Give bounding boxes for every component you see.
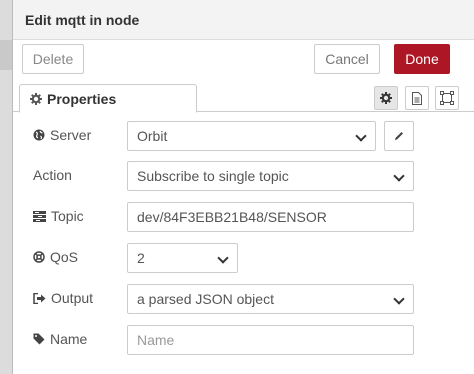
properties-form: Server Orbit Action Subscribe to single … — [13, 112, 474, 374]
edit-tray: Edit mqtt in node Delete Cancel Done Pro… — [12, 0, 474, 374]
output-select[interactable]: a parsed JSON object — [127, 284, 414, 314]
action-label-text: Action — [33, 167, 72, 183]
tab-bar: Properties — [13, 82, 474, 113]
action-label: Action — [33, 167, 72, 183]
sign-out-icon — [33, 292, 46, 304]
gear-icon — [380, 92, 392, 104]
output-value: a parsed JSON object — [137, 291, 274, 307]
name-label: Name — [33, 331, 87, 347]
output-label-text: Output — [51, 290, 94, 306]
server-label: Server — [33, 127, 91, 143]
tasks-icon — [33, 210, 46, 222]
output-label: Output — [33, 290, 93, 306]
qos-row: QoS 2 — [13, 243, 474, 273]
tab-properties-label: Properties — [47, 90, 117, 107]
qos-value: 2 — [137, 250, 145, 266]
description-icon — [412, 91, 422, 105]
tab-properties[interactable]: Properties — [19, 84, 197, 113]
appearance-icon — [440, 91, 454, 105]
name-input[interactable]: Name — [127, 325, 414, 355]
delete-button[interactable]: Delete — [22, 44, 84, 74]
tray-header: Edit mqtt in node — [13, 0, 474, 40]
life-ring-icon — [33, 251, 45, 263]
tab-description-button[interactable] — [405, 86, 429, 110]
dialog-title: Edit mqtt in node — [25, 12, 140, 28]
tab-appearance-button[interactable] — [435, 86, 459, 110]
server-row: Server Orbit — [13, 121, 474, 151]
server-select[interactable]: Orbit — [127, 121, 376, 151]
qos-label: QoS — [33, 249, 78, 265]
topic-input[interactable]: dev/84F3EBB21B48/SENSOR — [127, 202, 414, 232]
done-button[interactable]: Done — [394, 44, 450, 74]
gear-icon — [30, 92, 42, 105]
topic-label: Topic — [33, 208, 84, 224]
action-value: Subscribe to single topic — [137, 168, 289, 184]
tag-icon — [33, 333, 45, 345]
qos-label-text: QoS — [50, 249, 79, 265]
server-value: Orbit — [137, 128, 168, 144]
pencil-icon — [395, 132, 403, 140]
output-row: Output a parsed JSON object — [13, 284, 474, 314]
topic-value: dev/84F3EBB21B48/SENSOR — [137, 209, 327, 225]
topic-label-text: Topic — [51, 208, 84, 224]
cancel-button[interactable]: Cancel — [314, 44, 380, 74]
name-placeholder: Name — [137, 332, 175, 348]
tray-toolbar: Delete Cancel Done — [13, 40, 474, 82]
action-select[interactable]: Subscribe to single topic — [127, 161, 414, 191]
edit-server-button[interactable] — [384, 121, 414, 151]
action-row: Action Subscribe to single topic — [13, 161, 474, 191]
name-label-text: Name — [50, 331, 88, 347]
globe-icon — [33, 129, 45, 141]
topic-row: Topic dev/84F3EBB21B48/SENSOR — [13, 202, 474, 232]
name-row: Name Name — [13, 325, 474, 355]
qos-select[interactable]: 2 — [127, 243, 238, 273]
tab-settings-button[interactable] — [374, 86, 398, 110]
server-label-text: Server — [50, 127, 92, 143]
workspace-node-edge — [0, 40, 12, 70]
